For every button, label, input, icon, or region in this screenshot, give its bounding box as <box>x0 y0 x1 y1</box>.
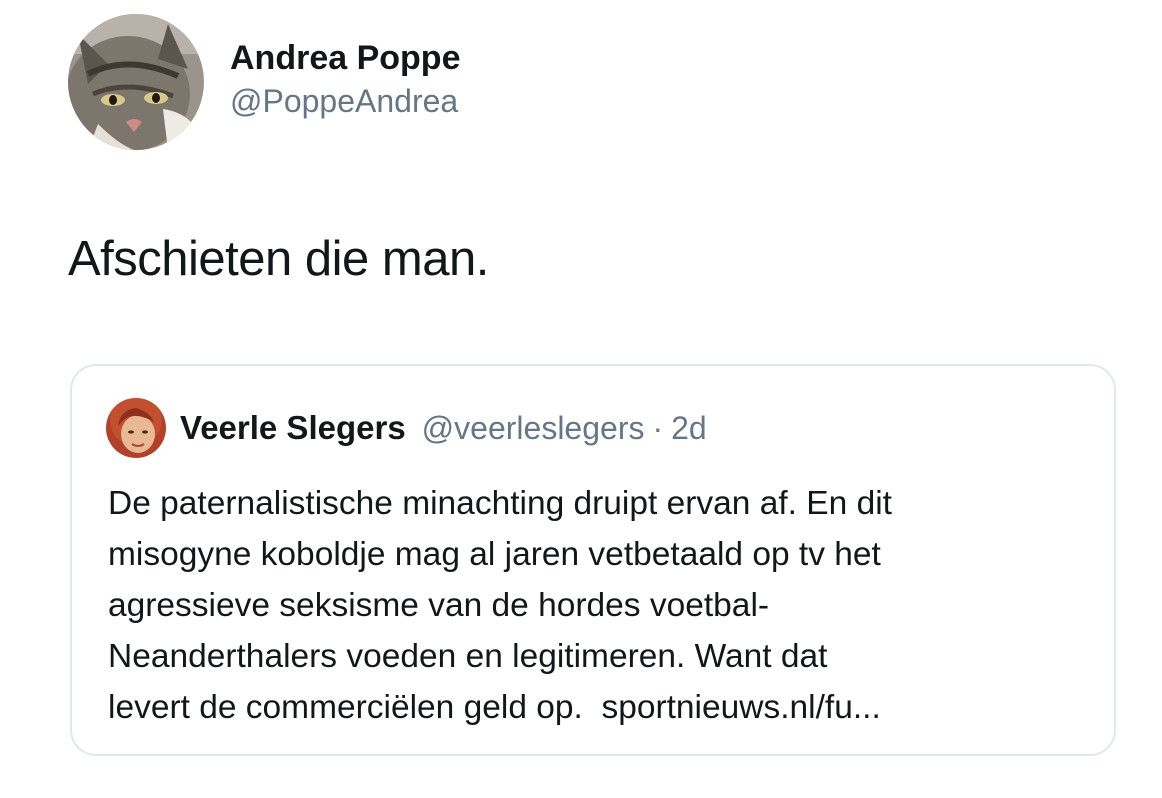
cat-photo-avatar-icon <box>68 14 204 150</box>
person-photo-avatar-icon <box>106 398 166 458</box>
quoted-text-line: agressieve seksisme van de hordes voetba… <box>108 587 770 624</box>
author-display-name[interactable]: Andrea Poppe <box>230 36 460 80</box>
quoted-tweet-text: De paternalistische minachting druipt er… <box>108 478 1108 733</box>
tweet-author[interactable]: Andrea Poppe @PoppeAndrea <box>68 14 460 150</box>
author-names: Andrea Poppe @PoppeAndrea <box>230 36 460 122</box>
quoted-text-line: levert de commerciëlen geld op. <box>108 689 583 726</box>
quoted-tweet[interactable]: Veerle Slegers @veerleslegers · 2d De pa… <box>70 364 1116 756</box>
quoted-text-line: De paternalistische minachting druipt er… <box>108 485 892 522</box>
quoted-text-line: Neanderthalers voeden en legitimeren. Wa… <box>108 638 828 675</box>
tweet-text: Afschieten die man. <box>68 232 489 286</box>
author-avatar[interactable] <box>68 14 204 150</box>
tweet-card: Andrea Poppe @PoppeAndrea Afschieten die… <box>0 0 1162 798</box>
author-handle[interactable]: @PoppeAndrea <box>230 80 460 122</box>
quoted-tweet-header: Veerle Slegers @veerleslegers · 2d <box>106 398 707 458</box>
quoted-text-last-line: levert de commerciëlen geld op. sportnie… <box>108 682 1108 733</box>
quoted-separator: · <box>652 409 664 446</box>
quoted-author-handle[interactable]: @veerleslegers <box>422 410 645 447</box>
quoted-text-line: misogyne koboldje mag al jaren vetbetaal… <box>108 536 881 573</box>
quoted-link[interactable]: sportnieuws.nl/fu... <box>601 689 880 726</box>
quoted-author-display-name[interactable]: Veerle Slegers <box>180 409 406 447</box>
quoted-timestamp[interactable]: 2d <box>671 410 707 447</box>
quoted-author-avatar[interactable] <box>106 398 166 458</box>
